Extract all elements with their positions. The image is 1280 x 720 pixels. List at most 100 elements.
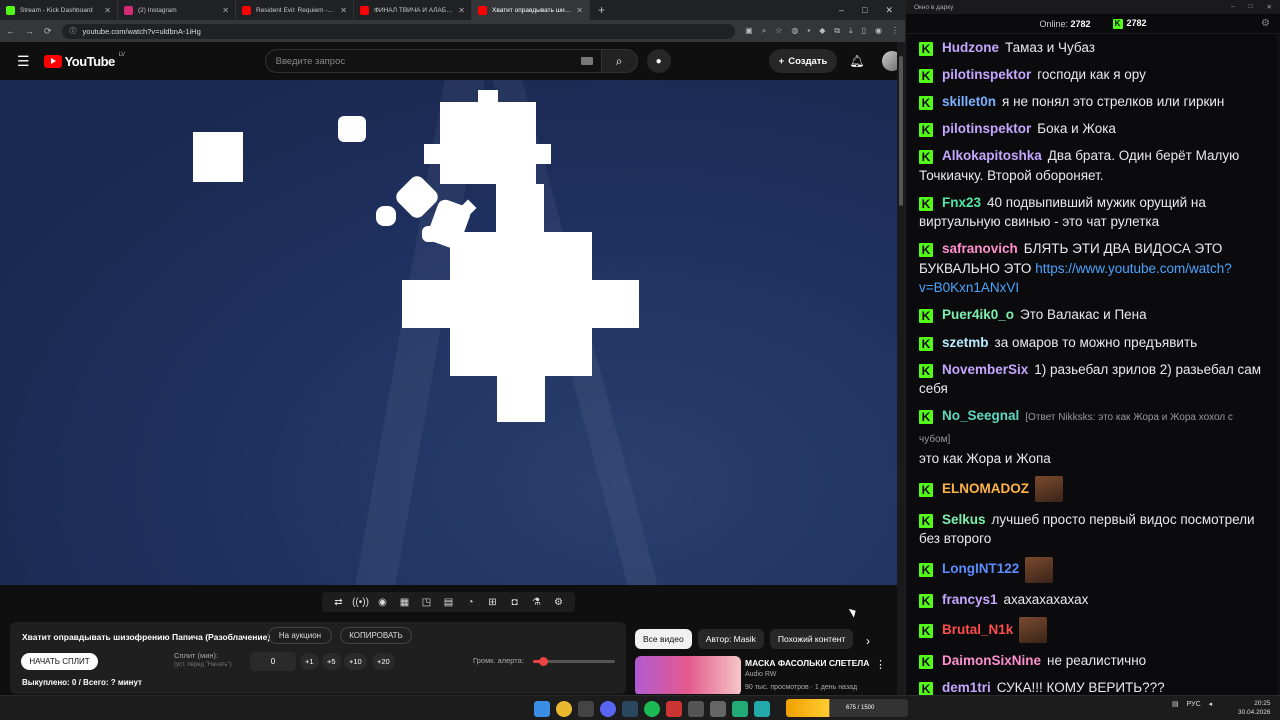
zoom-icon[interactable]: ⌕ [762,26,766,36]
spotify-icon[interactable] [644,701,660,717]
star-icon[interactable]: ☆ [775,26,782,36]
clock[interactable]: 20:25 30.04.2026 [1238,699,1271,717]
language-indicator[interactable]: РУС [1187,701,1201,708]
notifications-bell-icon[interactable]: 🔔︎ [849,54,864,68]
chat-username[interactable]: ELNOMADOZ [942,481,1029,496]
maximize-button[interactable]: □ [1249,3,1253,11]
chat-username[interactable]: Puer4ik0_o [942,307,1014,322]
chat-username[interactable]: Fnx23 [942,195,981,210]
close-tab-icon[interactable]: ✕ [104,6,111,15]
chrome-icon[interactable] [556,701,572,717]
auction-button[interactable]: На аукцион [268,627,332,644]
loop-icon[interactable]: ⇄ [330,597,347,608]
flask-icon[interactable]: ⚗ [528,597,545,608]
forward-icon[interactable]: → [25,26,34,36]
chat-username[interactable]: francys1 [942,592,998,607]
more-options-icon[interactable]: ⋮ [875,658,886,671]
chat-username[interactable]: NovemberSix [942,362,1028,377]
start-split-button[interactable]: НАЧАТЬ СПЛИТ [21,653,98,670]
profile-icon[interactable]: ◉ [875,26,882,36]
app-icon[interactable] [688,701,704,717]
browser-tab[interactable]: Хватит оправдывать шизо... ✕ [472,0,590,20]
minimize-button[interactable]: – [839,5,844,16]
browser-tab[interactable]: ФИНАЛ ТВИЧА И АЛАБУГИ - ... ✕ [354,0,472,20]
chat-username[interactable]: pilotinspektor [942,67,1031,82]
windows-start-icon[interactable] [534,701,550,717]
gear-icon[interactable]: ⚙ [1261,18,1270,29]
step-plus-1-button[interactable]: +1 [300,653,319,670]
copy-button[interactable]: КОПИРОВАТЬ [340,627,412,644]
gear-icon[interactable]: ⚙ [550,597,567,608]
recommended-video[interactable]: МАСКА ФАСОЛЬКИ СЛЕТЕЛА Audio RW 90 тыс. … [635,654,895,694]
network-icon[interactable]: ▤ [1172,700,1179,708]
chat-username[interactable]: Alkokapitoshka [942,148,1042,163]
chevron-right-icon[interactable]: › [866,634,870,648]
recommended-title[interactable]: МАСКА ФАСОЛЬКИ СЛЕТЕЛА [745,658,869,668]
explorer-icon[interactable] [578,701,594,717]
site-info-icon[interactable]: ⓘ [70,26,77,36]
volume-icon[interactable]: ◂ [1209,700,1213,708]
chat-username[interactable]: szetmb [942,335,989,350]
chat-username[interactable]: Brutal_N1k [942,622,1013,637]
chat-username[interactable]: Hudzone [942,40,999,55]
chat-username[interactable]: Selkus [942,512,986,527]
step-plus-20-button[interactable]: +20 [372,653,395,670]
page-scrollbar[interactable] [897,42,905,695]
steam-icon[interactable] [622,701,638,717]
reload-icon[interactable]: ⟳ [44,26,52,37]
voice-search-button[interactable]: ● [646,49,671,73]
slider-knob[interactable] [538,657,548,666]
minimize-button[interactable]: – [1231,3,1235,11]
step-plus-5-button[interactable]: +5 [322,653,341,670]
meme-party-widget[interactable]: 675 / 1500 [786,699,908,717]
youtube-logo[interactable]: YouTube LV [43,52,125,69]
browser-tab[interactable]: Resident Evil: Requiem - Трасса ✕ [236,0,354,20]
broadcast-icon[interactable]: ((•)) [352,597,369,608]
hamburger-menu-icon[interactable]: ☰ [17,53,30,70]
close-tab-icon[interactable]: ✕ [458,6,465,15]
chip-all-videos[interactable]: Все видео [635,629,692,649]
add-icon[interactable]: ⊞ [484,597,501,608]
speed-icon[interactable]: ◔ [462,597,479,608]
alert-volume-slider[interactable] [533,657,615,666]
keyboard-icon[interactable] [580,57,593,65]
back-icon[interactable]: ← [6,26,15,36]
video-player[interactable] [0,80,897,585]
chat-username[interactable]: dem1tri [942,680,991,695]
step-plus-10-button[interactable]: +10 [344,653,367,670]
resize-icon[interactable]: ◳ [418,597,435,608]
browser-tab[interactable]: Stream - Kick Dashboard ✕ [0,0,118,20]
video-thumbnail[interactable] [635,656,741,694]
close-button[interactable]: ✕ [885,5,893,16]
create-button[interactable]: + Создать [768,49,838,73]
extension-icon[interactable]: ◍ [791,26,798,36]
close-button[interactable]: ✕ [1267,3,1272,11]
app-icon[interactable] [710,701,726,717]
camera-icon[interactable]: ◘ [506,597,523,608]
menu-icon[interactable]: ⋮ [891,26,899,36]
frames-icon[interactable]: ▤ [440,597,457,608]
puzzle-icon[interactable]: ⧉ [834,26,840,36]
app-icon[interactable] [754,701,770,717]
sidebar-icon[interactable]: ▯ [862,26,866,36]
app-icon[interactable] [666,701,682,717]
chat-username[interactable]: No_Seegnal [942,408,1019,423]
extension-icon[interactable]: ◆ [819,26,825,36]
new-tab-button[interactable]: + [590,3,613,17]
chat-username[interactable]: safranovich [942,241,1018,256]
cast-icon[interactable]: ▣ [745,26,753,36]
extension-icon[interactable]: ▪ [807,26,810,36]
url-field[interactable]: ⓘ youtube.com/watch?v=uldbnA-1iHg [61,23,736,39]
split-minutes-input[interactable]: 0 [250,652,296,671]
chat-username[interactable]: pilotinspektor [942,121,1031,136]
browser-tab[interactable]: (2) Instagram ✕ [118,0,236,20]
chat-username[interactable]: DaimonSixNine [942,653,1041,668]
discord-icon[interactable] [600,701,616,717]
app-icon[interactable] [732,701,748,717]
channel-name[interactable]: Audio RW [745,671,776,678]
search-button[interactable]: ⌕ [601,49,638,73]
close-tab-icon[interactable]: ✕ [340,6,347,15]
chat-username[interactable]: skillet0n [942,94,996,109]
chat-username[interactable]: LongINT122 [942,561,1019,576]
search-input[interactable]: Введите запрос [264,49,602,73]
